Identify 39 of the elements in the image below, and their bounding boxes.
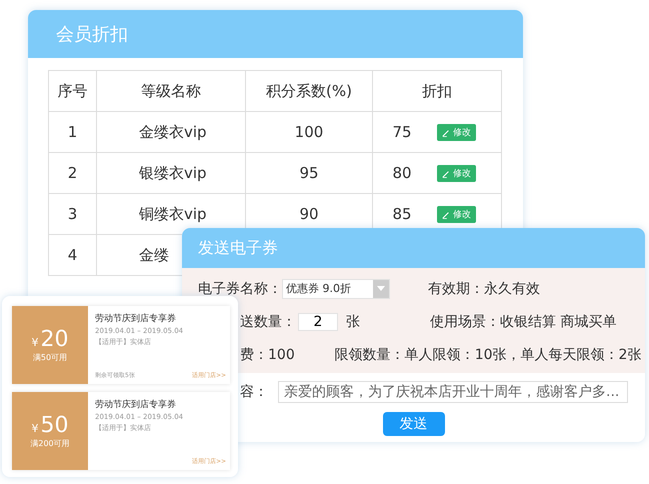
coupon-amount: 50	[40, 413, 68, 438]
table-cell: 金缕衣vip	[96, 112, 246, 152]
field-label: 送数量：	[240, 312, 296, 330]
card-title: 会员折扣	[56, 23, 128, 46]
coupon-condition: 满200可用	[30, 438, 70, 449]
edit-button[interactable]: 修改	[437, 206, 476, 223]
column-header: 折扣	[372, 70, 502, 112]
coupon-select[interactable]: 优惠券 9.0折	[282, 278, 390, 298]
unit-text: 张	[346, 312, 360, 330]
edit-button[interactable]: 修改	[437, 165, 476, 182]
coupon-title: 劳动节庆到店专享券	[95, 398, 177, 411]
edit-button[interactable]: 修改	[437, 124, 476, 141]
edit-icon	[442, 210, 450, 218]
coupon-title: 劳动节庆到店专享券	[95, 312, 177, 325]
table-cell: 银缕衣vip	[96, 152, 246, 194]
send-button[interactable]: 发送	[382, 412, 444, 436]
scene-text: 使用场景：收银结算 商城买单	[430, 312, 616, 330]
table-cell: 100	[246, 112, 372, 152]
currency-symbol: ¥	[32, 422, 38, 435]
message-field[interactable]: 亲爱的顾客，为了庆祝本店开业十周年，感谢客户多...	[278, 380, 628, 402]
field-label: 容：	[240, 382, 268, 400]
fee-text: 费：100	[240, 346, 295, 364]
table-cell: 3	[48, 194, 96, 234]
column-header: 序号	[48, 70, 96, 112]
coupon-amount: 20	[40, 327, 68, 352]
edit-icon	[442, 170, 450, 178]
limit-text: 限领数量：单人限领：10张，单人每天限领：2张	[334, 346, 642, 364]
field-label: 电子券名称：	[198, 280, 282, 298]
table-cell: 95	[246, 152, 372, 194]
quantity-field[interactable]: 2	[298, 312, 338, 330]
column-header: 等级名称	[96, 70, 246, 112]
coupon-condition: 满50可用	[32, 352, 68, 363]
table-cell: 4	[48, 234, 96, 276]
table-cell: 1	[48, 112, 96, 152]
table-cell: 2	[48, 152, 96, 194]
column-header: 积分系数(%)	[246, 70, 372, 112]
edit-icon	[442, 128, 450, 136]
validity-text: 有效期：永久有效	[428, 280, 540, 298]
currency-symbol: ¥	[32, 336, 38, 349]
